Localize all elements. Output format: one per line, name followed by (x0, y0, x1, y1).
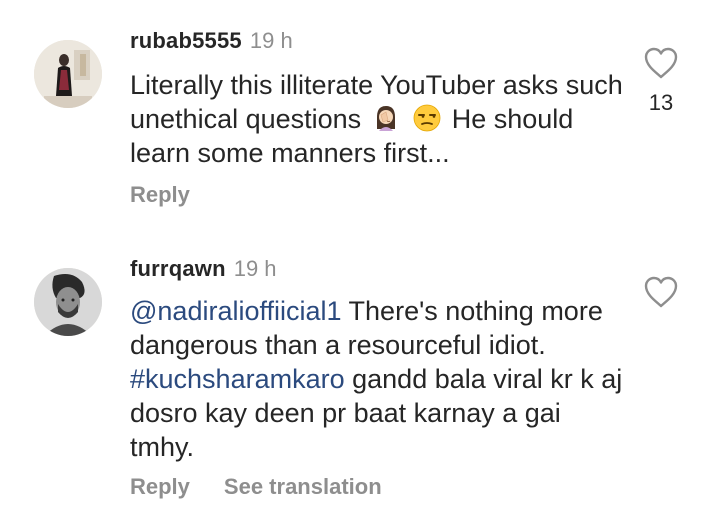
comment-header: rubab5555 19 h (130, 28, 293, 54)
username[interactable]: furrqawn (130, 256, 226, 281)
mention-link[interactable]: @nadiralioffiicial1 (130, 296, 342, 326)
hashtag-link[interactable]: #kuchsharamkaro (130, 364, 345, 394)
avatar[interactable] (34, 40, 102, 108)
timestamp: 19 h (249, 28, 293, 53)
username[interactable]: rubab5555 (130, 28, 242, 53)
timestamp: 19 h (233, 256, 277, 281)
comment-header: furrqawn 19 h (130, 256, 277, 282)
like-heart-icon[interactable] (643, 46, 679, 80)
see-translation-button[interactable]: See translation (224, 474, 382, 499)
avatar-image (34, 40, 102, 108)
unamused-face-emoji-icon (412, 103, 442, 133)
like-count: 13 (648, 90, 674, 115)
woman-facepalming-emoji-icon (371, 103, 401, 133)
comment-text: @nadiralioffiicial1 There's nothing more… (130, 294, 630, 464)
comment-actions: Reply See translation (130, 474, 416, 500)
comment-item: furrqawn 19 h @nadiralioffiicial1 There's… (0, 240, 720, 526)
comment-actions: Reply (130, 182, 224, 208)
like-heart-icon[interactable] (643, 275, 679, 309)
comment-text: Literally this illiterate YouTuber asks … (130, 68, 630, 170)
comment-item: rubab5555 19 h Literally this illiterate … (0, 0, 720, 240)
reply-button[interactable]: Reply (130, 182, 190, 207)
reply-button[interactable]: Reply (130, 474, 190, 499)
avatar-image (34, 268, 102, 336)
avatar[interactable] (34, 268, 102, 336)
